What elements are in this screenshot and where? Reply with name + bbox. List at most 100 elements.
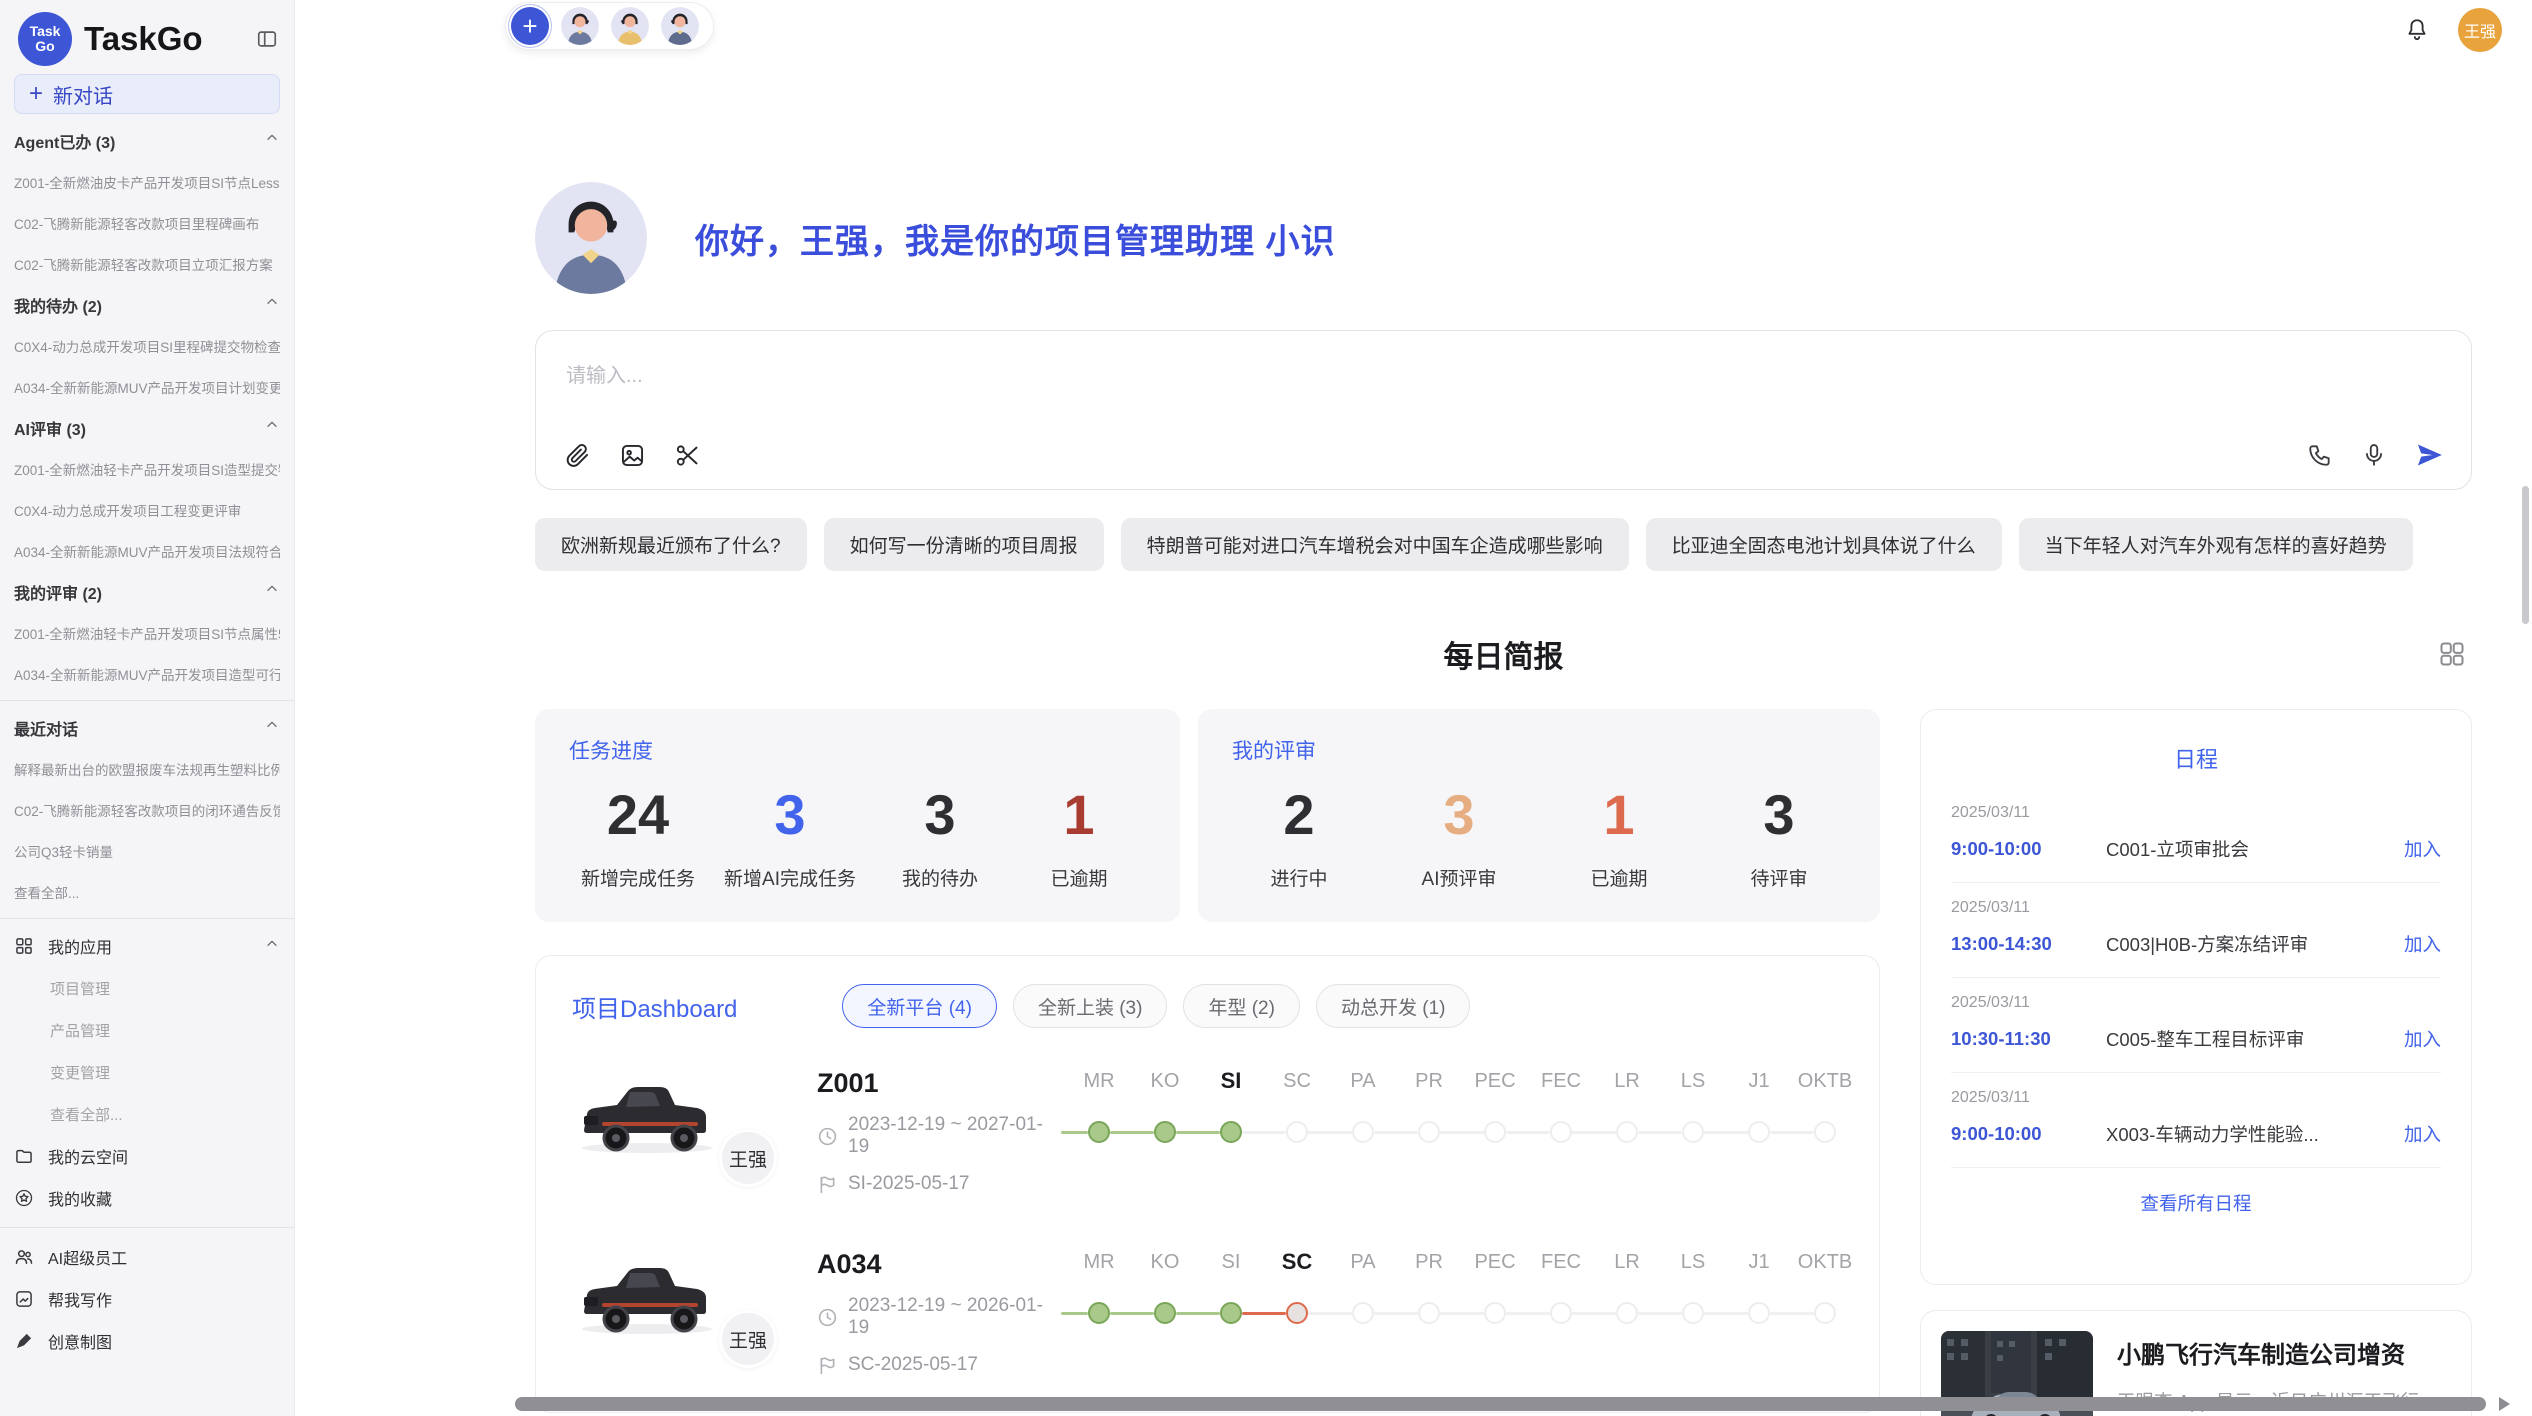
sidebar-section-header[interactable]: AI评审 (3): [14, 407, 280, 448]
sidebar-app-item[interactable]: 变更管理: [14, 1051, 280, 1093]
sidebar-tool-item[interactable]: 创意制图: [14, 1320, 280, 1362]
notification-bell-icon[interactable]: [2404, 17, 2430, 43]
event-join-link[interactable]: 加入: [2404, 1121, 2441, 1147]
milestone-node[interactable]: [1418, 1121, 1440, 1143]
sidebar-task-item[interactable]: C02-飞腾新能源轻客改款项目立项汇报方案: [14, 243, 280, 284]
sidebar-collapse-icon[interactable]: [256, 28, 278, 50]
chevron-up-icon: [264, 581, 280, 602]
sidebar-section-header[interactable]: 我的评审 (2): [14, 571, 280, 612]
suggestion-chip[interactable]: 比亚迪全固态电池计划具体说了什么: [1646, 518, 2002, 571]
chevron-up-icon: [264, 417, 280, 438]
milestone-node[interactable]: [1352, 1121, 1374, 1143]
attachment-icon[interactable]: [564, 442, 591, 469]
app-title: TaskGo: [84, 20, 244, 58]
milestone-node[interactable]: [1418, 1302, 1440, 1324]
sidebar-recent-item[interactable]: 公司Q3轻卡销量: [14, 830, 280, 871]
milestone-node[interactable]: [1154, 1121, 1176, 1143]
milestone-node[interactable]: [1748, 1302, 1770, 1324]
new-chat-button[interactable]: + 新对话: [14, 74, 280, 114]
sidebar-task-item[interactable]: A034-全新新能源MUV产品开发项目造型可行性评审: [14, 653, 280, 694]
dashboard-tab[interactable]: 动总开发 (1): [1316, 984, 1471, 1028]
layout-grid-icon[interactable]: [2438, 640, 2466, 668]
horizontal-scrollbar[interactable]: [515, 1397, 2486, 1411]
send-icon[interactable]: [2415, 441, 2443, 469]
sidebar-item-my-apps[interactable]: 我的应用: [14, 925, 280, 967]
mic-icon[interactable]: [2361, 442, 2387, 468]
sidebar-recent-item[interactable]: 查看全部...: [14, 871, 280, 912]
project-code[interactable]: A034: [817, 1249, 1061, 1280]
milestone-node[interactable]: [1088, 1121, 1110, 1143]
milestone-connector: [1704, 1131, 1748, 1134]
scissors-icon[interactable]: [674, 442, 701, 469]
sidebar-task-item[interactable]: Z001-全新燃油轻卡产品开发项目SI节点属性5D文件评审: [14, 612, 280, 653]
project-code[interactable]: Z001: [817, 1068, 1061, 1099]
sidebar-app-item[interactable]: 查看全部...: [14, 1093, 280, 1135]
sidebar-task-item[interactable]: Z001-全新燃油皮卡产品开发项目SI节点Lesson Learn报告: [14, 161, 280, 202]
sidebar-task-item[interactable]: C0X4-动力总成开发项目SI里程碑提交物检查: [14, 325, 280, 366]
composer-right-icons: [2307, 441, 2443, 469]
stat-label: 新增AI完成任务: [724, 864, 856, 891]
milestone-node[interactable]: [1088, 1302, 1110, 1324]
milestone-label: PEC: [1474, 1251, 1515, 1274]
milestone-node[interactable]: [1550, 1302, 1572, 1324]
vertical-scrollbar[interactable]: [2522, 486, 2529, 624]
phone-icon[interactable]: [2307, 442, 2333, 468]
milestone-node[interactable]: [1550, 1121, 1572, 1143]
milestone-node[interactable]: [1814, 1302, 1836, 1324]
sidebar-recent-item[interactable]: 解释最新出台的欧盟报废车法规再生塑料比例被调至15%...: [14, 748, 280, 789]
milestone-node[interactable]: [1286, 1302, 1308, 1324]
agent-avatar-2[interactable]: [611, 7, 649, 45]
suggestion-chip[interactable]: 当下年轻人对汽车外观有怎样的喜好趋势: [2019, 518, 2413, 571]
event-join-link[interactable]: 加入: [2404, 836, 2441, 862]
milestone-node[interactable]: [1220, 1121, 1242, 1143]
sidebar-item-star[interactable]: 我的收藏: [14, 1177, 280, 1219]
sidebar-task-item[interactable]: C02-飞腾新能源轻客改款项目里程碑画布: [14, 202, 280, 243]
milestone-node[interactable]: [1484, 1121, 1506, 1143]
dashboard-tab[interactable]: 全新平台 (4): [842, 984, 997, 1028]
sidebar-section-header[interactable]: 我的待办 (2): [14, 284, 280, 325]
milestone-node[interactable]: [1352, 1302, 1374, 1324]
suggestion-chip[interactable]: 如何写一份清晰的项目周报: [824, 518, 1104, 571]
milestone-node[interactable]: [1682, 1121, 1704, 1143]
milestone-connector: [1374, 1312, 1418, 1315]
event-join-link[interactable]: 加入: [2404, 1026, 2441, 1052]
message-composer[interactable]: 请输入...: [535, 330, 2472, 490]
milestone-node[interactable]: [1814, 1121, 1836, 1143]
milestone-node[interactable]: [1616, 1302, 1638, 1324]
sidebar-task-item[interactable]: A034-全新新能源MUV产品开发项目计划变更表编写: [14, 366, 280, 407]
event-join-link[interactable]: 加入: [2404, 931, 2441, 957]
milestone-connector: [1061, 1312, 1088, 1315]
scroll-right-arrow[interactable]: [2499, 1397, 2510, 1411]
milestone-node[interactable]: [1616, 1121, 1638, 1143]
sidebar-task-item[interactable]: A034-全新新能源MUV产品开发项目法规符合性评审: [14, 530, 280, 571]
stat-card-title: 我的评审: [1232, 735, 1846, 765]
milestone-node[interactable]: [1484, 1302, 1506, 1324]
milestone-node[interactable]: [1154, 1302, 1176, 1324]
sidebar-task-item[interactable]: Z001-全新燃油轻卡产品开发项目SI造型提交物评审: [14, 448, 280, 489]
sidebar-recent-header[interactable]: 最近对话: [14, 707, 280, 748]
sidebar-tool-item[interactable]: AI超级员工: [14, 1236, 280, 1278]
milestone-node[interactable]: [1286, 1121, 1308, 1143]
sidebar-app-item[interactable]: 产品管理: [14, 1009, 280, 1051]
dashboard-tab[interactable]: 年型 (2): [1183, 984, 1300, 1028]
milestone-node[interactable]: [1220, 1302, 1242, 1324]
sidebar-task-item[interactable]: C0X4-动力总成开发项目工程变更评审: [14, 489, 280, 530]
sidebar-sections: Agent已办 (3)Z001-全新燃油皮卡产品开发项目SI节点Lesson L…: [14, 120, 280, 694]
user-avatar[interactable]: 王强: [2458, 8, 2502, 52]
sidebar-tool-item[interactable]: 帮我写作: [14, 1278, 280, 1320]
view-all-schedule-link[interactable]: 查看所有日程: [1951, 1190, 2441, 1216]
agent-avatar-3[interactable]: [661, 7, 699, 45]
dashboard-tab[interactable]: 全新上装 (3): [1013, 984, 1168, 1028]
milestone-node[interactable]: [1682, 1302, 1704, 1324]
suggestion-chip[interactable]: 特朗普可能对进口汽车增税会对中国车企造成哪些影响: [1121, 518, 1629, 571]
sidebar-section-header[interactable]: Agent已办 (3): [14, 120, 280, 161]
image-upload-icon[interactable]: [619, 442, 646, 469]
milestone-label: MR: [1083, 1070, 1114, 1093]
agent-avatar-1[interactable]: [561, 7, 599, 45]
milestone-node[interactable]: [1748, 1121, 1770, 1143]
add-agent-button[interactable]: +: [511, 7, 549, 45]
sidebar-item-folder[interactable]: 我的云空间: [14, 1135, 280, 1177]
suggestion-chip[interactable]: 欧洲新规最近颁布了什么?: [535, 518, 807, 571]
sidebar-app-item[interactable]: 项目管理: [14, 967, 280, 1009]
sidebar-recent-item[interactable]: C02-飞腾新能源轻客改款项目的闭环通告反馈情况: [14, 789, 280, 830]
